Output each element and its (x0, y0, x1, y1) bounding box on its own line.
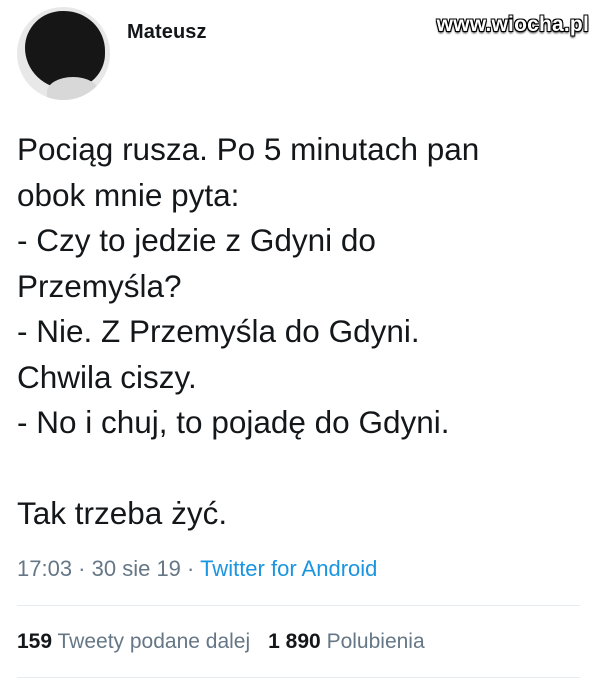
tweet-line: - Czy to jedzie z Gdyni do (17, 222, 376, 258)
watermark: www.wiocha.pl (436, 13, 589, 36)
tweet-text: Pociąg rusza. Po 5 minutach pan obok mni… (17, 127, 582, 536)
tweet-line: - Nie. Z Przemyśla do Gdyni. (17, 313, 420, 349)
tweet-line: Przemyśla? (17, 267, 182, 304)
meta-separator: · (72, 556, 92, 581)
retweets-label: Tweety podane dalej (57, 630, 251, 653)
likes-label: Polubienia (326, 630, 425, 653)
tweet-line: obok mnie pyta: (17, 176, 240, 213)
likes-stat[interactable]: 1 890 Polubienia (268, 630, 425, 653)
tweet-line: - No i chuj, to pojadę do Gdyni. (17, 404, 450, 440)
retweets-count: 159 (17, 630, 53, 653)
tweet-line: Chwila ciszy. (17, 358, 197, 395)
tweet-time[interactable]: 17:03 (17, 556, 72, 581)
divider (17, 677, 580, 678)
tweet-line: Tak trzeba żyć. (17, 494, 228, 531)
meta-separator: · (180, 556, 201, 581)
tweet-date[interactable]: 30 sie 19 (92, 556, 181, 581)
tweet-card: Mateusz www.wiocha.pl Pociąg rusza. Po 5… (0, 0, 600, 681)
tweet-source-link[interactable]: Twitter for Android (200, 556, 377, 581)
author-name[interactable]: Mateusz (127, 21, 207, 44)
tweet-meta: 17:03 · 30 sie 19 · Twitter for Android (17, 556, 377, 582)
retweets-stat[interactable]: 159 Tweety podane dalej (17, 630, 250, 653)
tweet-stats: 159 Tweety podane dalej 1 890 Polubienia (17, 630, 425, 654)
avatar-shoulder (47, 77, 99, 100)
divider (17, 605, 580, 606)
likes-count: 1 890 (268, 630, 321, 653)
tweet-line: Pociąg rusza. Po 5 minutach pan (17, 131, 480, 167)
avatar[interactable] (17, 7, 110, 100)
